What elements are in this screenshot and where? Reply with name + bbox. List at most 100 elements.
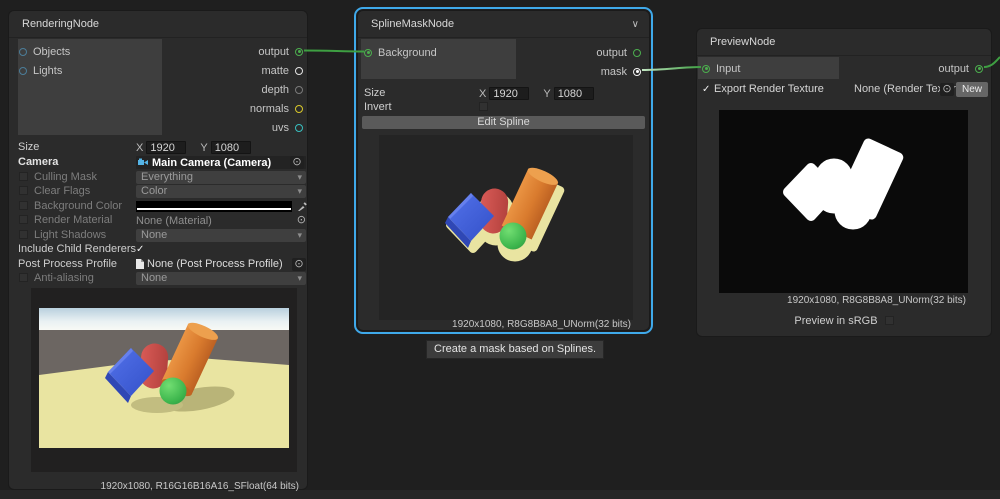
mask-silhouette (719, 110, 968, 293)
clear-flags-label: Clear Flags (34, 185, 90, 198)
preview-output-port[interactable] (975, 65, 983, 73)
preview-node-header[interactable]: PreviewNode (697, 29, 991, 56)
background-port[interactable] (364, 49, 372, 57)
port-row-output: output (258, 42, 303, 61)
light-shadows-label: Light Shadows (34, 229, 106, 242)
anti-aliasing-dropdown[interactable]: None ▾ (136, 272, 306, 285)
node-preview[interactable]: PreviewNode Input output ✓ Export Render… (696, 28, 992, 337)
culling-mask-row: Culling Mask Everything ▾ (9, 171, 307, 184)
preview-srgb-row: Preview in sRGB (697, 314, 991, 327)
light-shadows-dropdown[interactable]: None ▾ (136, 229, 306, 242)
eyedropper-icon[interactable] (298, 202, 307, 211)
background-port-label: Background (378, 47, 437, 59)
node-graph-canvas[interactable]: RenderingNode Objects Lights output matt… (0, 0, 1000, 499)
node-rendering[interactable]: RenderingNode Objects Lights output matt… (8, 10, 308, 490)
size-x-input[interactable] (146, 141, 186, 154)
objects-port-label: Objects (33, 46, 70, 58)
output-port-label: output (258, 46, 289, 58)
include-child-renderers-row: Include Child Renderers ✓ (9, 243, 307, 256)
normals-port[interactable] (295, 105, 303, 113)
render-material-label: Render Material (34, 214, 112, 227)
document-icon (136, 259, 144, 269)
spline-size-y-input[interactable] (554, 87, 594, 100)
post-process-profile-object-field[interactable]: None (Post Process Profile) ⊙ (136, 258, 306, 271)
spline-output-port[interactable] (633, 49, 641, 57)
rendering-node-header[interactable]: RenderingNode (9, 11, 307, 38)
spline-mask-node-header[interactable]: SplineMaskNode ∨ (358, 11, 649, 38)
chevron-down-icon: ▾ (297, 171, 302, 184)
spline-output-port-label: output (596, 47, 627, 59)
culling-mask-value: Everything (141, 171, 193, 184)
render-material-object-picker-icon[interactable]: ⊙ (297, 214, 306, 227)
new-render-texture-button[interactable]: New (956, 82, 988, 97)
include-child-renderers-checkbox[interactable]: ✓ (136, 244, 144, 255)
size-label: Size (18, 141, 39, 154)
light-shadows-checkbox[interactable] (19, 230, 28, 239)
clear-flags-checkbox[interactable] (19, 186, 28, 195)
light-shadows-row: Light Shadows None ▾ (9, 229, 307, 242)
spline-size-row: Size X Y (358, 87, 649, 100)
post-process-profile-value: None (Post Process Profile) (147, 258, 289, 270)
mask-preview-image (719, 110, 968, 293)
input-port[interactable] (702, 65, 710, 73)
edge-output-to-background[interactable] (304, 51, 364, 52)
spline-mask-preview-caption: 1920x1080, R8G8B8A8_UNorm(32 bits) (452, 319, 631, 330)
export-render-texture-label: Export Render Texture (714, 83, 824, 96)
camera-icon (138, 158, 149, 167)
anti-aliasing-checkbox[interactable] (19, 273, 28, 282)
camera-object-picker-icon[interactable]: ⊙ (290, 156, 304, 169)
y-axis-label: Y (543, 88, 550, 100)
clear-flags-dropdown[interactable]: Color ▾ (136, 185, 306, 198)
node-spline-mask[interactable]: SplineMaskNode ∨ Background output mask … (357, 10, 650, 331)
output-port[interactable] (295, 48, 303, 56)
culling-mask-dropdown[interactable]: Everything ▾ (136, 171, 306, 184)
uvs-port-label: uvs (272, 122, 289, 134)
render-material-object-field[interactable]: None (Material) ⊙ (136, 214, 306, 227)
export-render-texture-checkbox[interactable]: ✓ (702, 83, 710, 96)
uvs-port[interactable] (295, 124, 303, 132)
edge-mask-to-input[interactable] (642, 67, 701, 70)
culling-mask-checkbox[interactable] (19, 172, 28, 181)
lights-port-label: Lights (33, 65, 62, 77)
camera-row: Camera Main Camera (Camera) ⊙ (9, 156, 307, 169)
depth-port[interactable] (295, 86, 303, 94)
background-color-swatch[interactable] (136, 201, 292, 212)
port-row-depth: depth (261, 80, 303, 99)
include-child-renderers-label: Include Child Renderers (18, 243, 136, 256)
culling-mask-label: Culling Mask (34, 171, 97, 184)
matte-port[interactable] (295, 67, 303, 75)
chevron-down-icon[interactable]: ∨ (632, 11, 639, 37)
port-row-uvs: uvs (272, 118, 303, 137)
light-shadows-value: None (141, 229, 167, 242)
preview-srgb-checkbox[interactable] (885, 316, 894, 325)
x-axis-label: X (136, 142, 143, 154)
input-port-label: Input (716, 63, 740, 75)
mask-port[interactable] (633, 68, 641, 76)
port-row-objects: Objects (19, 42, 70, 61)
lights-port[interactable] (19, 67, 27, 75)
render-material-checkbox[interactable] (19, 215, 28, 224)
size-y-input[interactable] (211, 141, 251, 154)
rendering-preview-image (39, 308, 289, 448)
render-material-value: None (Material) (136, 215, 294, 227)
objects-port[interactable] (19, 48, 27, 56)
post-process-profile-object-picker-icon[interactable]: ⊙ (292, 258, 306, 271)
spline-size-x-input[interactable] (489, 87, 529, 100)
background-color-row: Background Color (9, 200, 307, 213)
rendered-scene (39, 308, 289, 448)
port-row-background: Background (364, 43, 437, 62)
clear-flags-row: Clear Flags Color ▾ (9, 185, 307, 198)
background-color-checkbox[interactable] (19, 201, 28, 210)
invert-row: Invert (358, 101, 649, 114)
edit-spline-button[interactable]: Edit Spline (362, 116, 645, 129)
size-row: Size X Y (9, 141, 307, 154)
chevron-down-icon: ▾ (297, 229, 302, 242)
render-material-row: Render Material None (Material) ⊙ (9, 214, 307, 227)
spline-size-label: Size (364, 87, 385, 100)
camera-object-field[interactable]: Main Camera (Camera) ⊙ (136, 156, 306, 169)
invert-checkbox[interactable] (479, 102, 488, 111)
y-axis-label: Y (200, 142, 207, 154)
rendering-node-title: RenderingNode (22, 11, 99, 37)
render-texture-object-picker-icon[interactable]: ⊙ (940, 83, 954, 96)
masked-scene (379, 135, 633, 320)
